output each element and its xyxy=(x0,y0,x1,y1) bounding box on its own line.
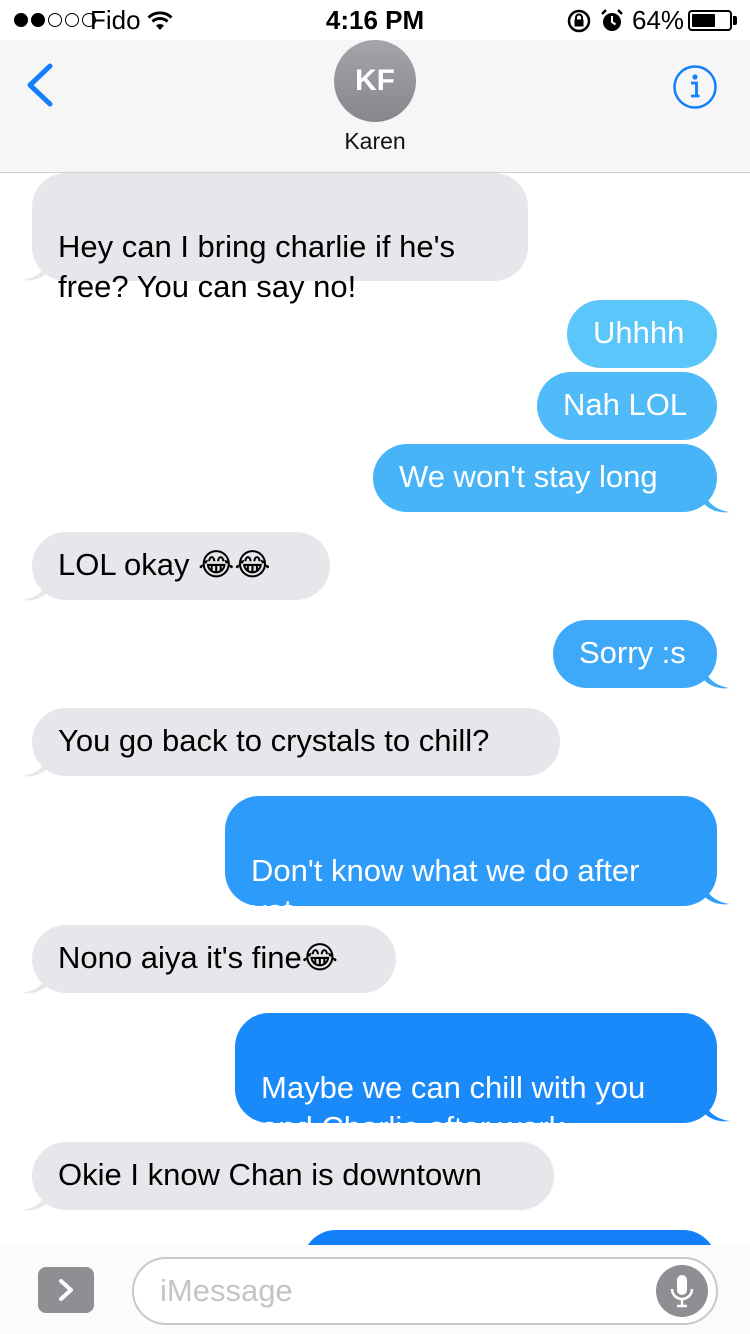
back-chevron-icon[interactable] xyxy=(20,60,60,110)
message-bubble-sent[interactable]: Sorry :s xyxy=(553,620,717,688)
message-text: Don't know what we do after yet xyxy=(251,853,640,928)
apps-button[interactable] xyxy=(38,1267,94,1313)
bubble-tail xyxy=(22,1192,48,1211)
info-icon[interactable] xyxy=(672,64,718,110)
message-bubble-sent[interactable]: Maybe we can chill with you and Charlie … xyxy=(235,1013,717,1145)
contact-avatar[interactable]: KF xyxy=(334,40,416,122)
imessage-input[interactable]: iMessage xyxy=(132,1257,718,1325)
bubble-tail xyxy=(704,1103,730,1122)
message-text: Maybe we can chill with you and Charlie … xyxy=(261,1070,646,1145)
message-text: Nah LOL xyxy=(563,387,688,422)
message-bubble-sent[interactable]: We won't stay long xyxy=(373,444,717,512)
bubble-tail xyxy=(22,758,48,777)
message-text: Nono aiya it's fine😂 xyxy=(58,940,338,975)
battery-percent: 64% xyxy=(632,5,685,35)
message-text: We won't stay long xyxy=(399,459,658,494)
message-bubble-received[interactable]: Okie I know Chan is downtown xyxy=(32,1142,554,1210)
rotation-lock-icon xyxy=(566,8,592,41)
status-bar: Fido 4:16 PM 64% xyxy=(0,0,750,40)
message-bubble-received[interactable]: You go back to crystals to chill? xyxy=(32,708,560,776)
message-bubble-sent[interactable]: Uhhhh xyxy=(567,300,717,368)
message-text: Okie I know Chan is downtown xyxy=(58,1157,482,1192)
conversation-header: KF Karen xyxy=(0,40,750,173)
bubble-tail xyxy=(704,886,730,905)
input-placeholder: iMessage xyxy=(160,1273,293,1308)
message-input-bar: iMessage xyxy=(0,1245,750,1334)
battery-cap xyxy=(733,16,737,25)
alarm-icon xyxy=(600,8,624,41)
microphone-icon xyxy=(670,1275,694,1308)
avatar-initials: KF xyxy=(355,64,395,97)
message-text: Hey can I bring charlie if he's free? Yo… xyxy=(58,229,456,304)
message-text: LOL okay 😂😂 xyxy=(58,547,271,582)
battery-icon xyxy=(688,10,732,31)
message-bubble-received[interactable]: Nono aiya it's fine😂 xyxy=(32,925,396,993)
message-text: Sorry :s xyxy=(579,635,686,670)
microphone-button[interactable] xyxy=(656,1265,708,1317)
bubble-tail xyxy=(704,670,730,689)
message-text: You go back to crystals to chill? xyxy=(58,723,490,758)
message-bubble-received[interactable]: Hey can I bring charlie if he's free? Yo… xyxy=(32,173,528,304)
bubble-tail xyxy=(22,582,48,601)
apps-chevron-icon xyxy=(59,1279,73,1301)
bubble-tail xyxy=(704,494,730,513)
bubble-tail xyxy=(22,975,48,994)
message-bubble-sent[interactable]: Don't know what we do after yet xyxy=(225,796,717,928)
contact-name[interactable]: Karen xyxy=(0,128,750,155)
bubble-tail xyxy=(22,262,48,281)
message-text: Uhhhh xyxy=(593,315,685,350)
message-bubble-sent[interactable]: Nah LOL xyxy=(537,372,717,440)
message-bubble-received[interactable]: LOL okay 😂😂 xyxy=(32,532,330,600)
